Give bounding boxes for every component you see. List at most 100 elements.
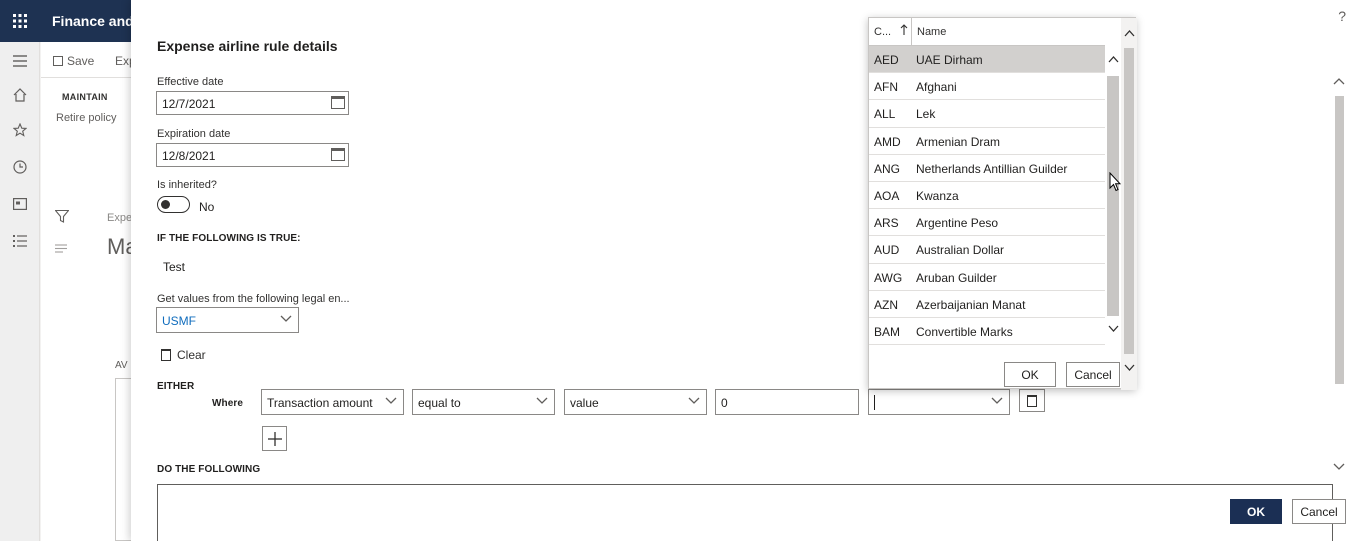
- lookup-row[interactable]: AWG Aruban Guilder: [869, 264, 1105, 291]
- scrollbar-thumb[interactable]: [1124, 48, 1134, 354]
- background-page: Save Exp MAINTAIN Retire policy Expe Ma …: [41, 42, 141, 541]
- clock-icon[interactable]: [10, 159, 30, 179]
- currency-code: AFN: [874, 80, 898, 95]
- currency-name: Argentine Peso: [916, 216, 999, 231]
- lookup-row[interactable]: AUD Australian Dollar: [869, 236, 1105, 264]
- if-true-heading: IF THE FOLLOWING IS TRUE:: [157, 233, 301, 244]
- currency-code: AED: [874, 53, 899, 67]
- scroll-down-icon[interactable]: [1333, 460, 1345, 474]
- effective-date-value: 12/7/2021: [162, 97, 216, 111]
- dialog-title: Expense airline rule details: [157, 38, 338, 54]
- waffle-icon[interactable]: [0, 0, 40, 42]
- lookup-row[interactable]: BAM Convertible Marks: [869, 318, 1105, 346]
- scrollbar-thumb[interactable]: [1335, 96, 1344, 384]
- condition-value-type-value: value: [570, 396, 599, 410]
- condition-value-type-select[interactable]: value: [564, 389, 707, 415]
- lookup-row[interactable]: ALL Lek: [869, 100, 1105, 128]
- condition-value-input[interactable]: 0: [715, 389, 859, 415]
- scrollbar-thumb[interactable]: [1107, 76, 1119, 316]
- chevron-down-icon: [280, 311, 292, 328]
- lookup-row[interactable]: AOA Kwanza: [869, 182, 1105, 210]
- currency-code: ANG: [874, 161, 901, 176]
- mouse-cursor-icon: [1109, 171, 1122, 195]
- calendar-icon[interactable]: [331, 96, 345, 109]
- filter-icon[interactable]: [54, 209, 70, 226]
- condition-field-select[interactable]: Transaction amount: [261, 389, 404, 415]
- currency-name: Azerbaijanian Manat: [916, 297, 1026, 312]
- lookup-row[interactable]: AZN Azerbaijanian Manat: [869, 291, 1105, 318]
- chevron-down-icon: [991, 393, 1003, 410]
- calendar-icon[interactable]: [331, 148, 345, 161]
- sort-up-icon: [900, 24, 908, 39]
- save-button[interactable]: Save: [53, 54, 94, 68]
- where-label: Where: [212, 398, 244, 409]
- add-condition-button[interactable]: [262, 426, 287, 451]
- retire-policy-button[interactable]: Retire policy: [56, 112, 117, 124]
- toggle-knob: [161, 200, 170, 209]
- currency-code: BAM: [874, 324, 901, 339]
- dialog-scrollbar[interactable]: [1331, 60, 1347, 480]
- scroll-up-icon[interactable]: [1124, 28, 1135, 40]
- column-header-name[interactable]: Name: [917, 26, 946, 38]
- section-label-av: AV: [115, 360, 128, 371]
- is-inherited-toggle[interactable]: [157, 196, 190, 213]
- lookup-cancel-button[interactable]: Cancel: [1066, 362, 1120, 387]
- currency-code: AOA: [874, 188, 900, 203]
- column-header-code-label: C...: [874, 26, 892, 38]
- lookup-row[interactable]: AMD Armenian Dram: [869, 128, 1105, 155]
- list-lines-icon[interactable]: [55, 242, 67, 256]
- lookup-row[interactable]: AED UAE Dirham: [869, 46, 1105, 74]
- condition-name: Test: [163, 260, 186, 274]
- lookup-outer-scrollbar[interactable]: [1121, 18, 1137, 390]
- do-following-heading: DO THE FOLLOWING: [157, 464, 261, 475]
- ok-button[interactable]: OK: [1230, 499, 1282, 524]
- save-label: Save: [67, 54, 95, 68]
- breadcrumb[interactable]: Expe: [107, 212, 132, 224]
- hamburger-icon[interactable]: [10, 52, 30, 72]
- currency-name: Convertible Marks: [916, 324, 1013, 339]
- chevron-down-icon: [688, 393, 700, 410]
- legal-entity-label: Get values from the following legal en..…: [157, 293, 350, 305]
- lookup-row[interactable]: ARS Argentine Peso: [869, 209, 1105, 237]
- currency-name: Netherlands Antillian Guilder: [916, 161, 1068, 176]
- currency-lookup: C... Name AED UAE Dirham AFN Afghani ALL Lek A…: [868, 17, 1137, 390]
- currency-code: ALL: [874, 107, 896, 122]
- cancel-button[interactable]: Cancel: [1292, 499, 1346, 524]
- delete-condition-button[interactable]: [1019, 389, 1045, 412]
- help-button[interactable]: ?: [1338, 8, 1346, 24]
- currency-name: Afghani: [916, 80, 957, 95]
- effective-date-label: Effective date: [157, 76, 224, 88]
- effective-date-field[interactable]: 12/7/2021: [156, 91, 349, 115]
- expiration-date-field[interactable]: 12/8/2021: [156, 143, 349, 167]
- lookup-scrollbar[interactable]: [1105, 46, 1121, 346]
- chevron-down-icon: [536, 393, 548, 410]
- lookup-rows: AED UAE Dirham AFN Afghani ALL Lek AMD Armenian…: [869, 46, 1105, 346]
- trash-icon: [161, 349, 171, 361]
- currency-name: Lek: [916, 107, 936, 122]
- condition-operator-value: equal to: [418, 396, 461, 410]
- expiration-date-value: 12/8/2021: [162, 149, 216, 163]
- lookup-row[interactable]: ANG Netherlands Antillian Guilder: [869, 155, 1105, 182]
- scroll-up-icon[interactable]: [1333, 74, 1345, 88]
- clear-label: Clear: [177, 348, 206, 362]
- currency-code: AUD: [874, 243, 900, 258]
- star-icon[interactable]: [10, 122, 30, 142]
- expense-airline-rule-dialog: ? Expense airline rule details Effective…: [131, 0, 1358, 541]
- list-icon[interactable]: [10, 232, 30, 252]
- clear-button[interactable]: Clear: [161, 348, 206, 362]
- workspace-icon[interactable]: [10, 195, 30, 215]
- scroll-down-icon[interactable]: [1124, 363, 1135, 375]
- currency-select[interactable]: [868, 389, 1010, 415]
- currency-name: UAE Dirham: [916, 53, 983, 67]
- currency-code: AWG: [874, 270, 903, 285]
- lookup-row[interactable]: AFN Afghani: [869, 73, 1105, 101]
- scroll-down-icon[interactable]: [1108, 324, 1119, 336]
- lookup-ok-button[interactable]: OK: [1004, 362, 1056, 387]
- condition-operator-select[interactable]: equal to: [412, 389, 555, 415]
- home-icon[interactable]: [10, 87, 30, 107]
- legal-entity-select[interactable]: USMF: [156, 307, 299, 333]
- scroll-up-icon[interactable]: [1108, 54, 1119, 66]
- maintain-group-label: MAINTAIN: [62, 92, 108, 102]
- nav-rail: [0, 42, 40, 541]
- currency-code: AMD: [874, 134, 901, 149]
